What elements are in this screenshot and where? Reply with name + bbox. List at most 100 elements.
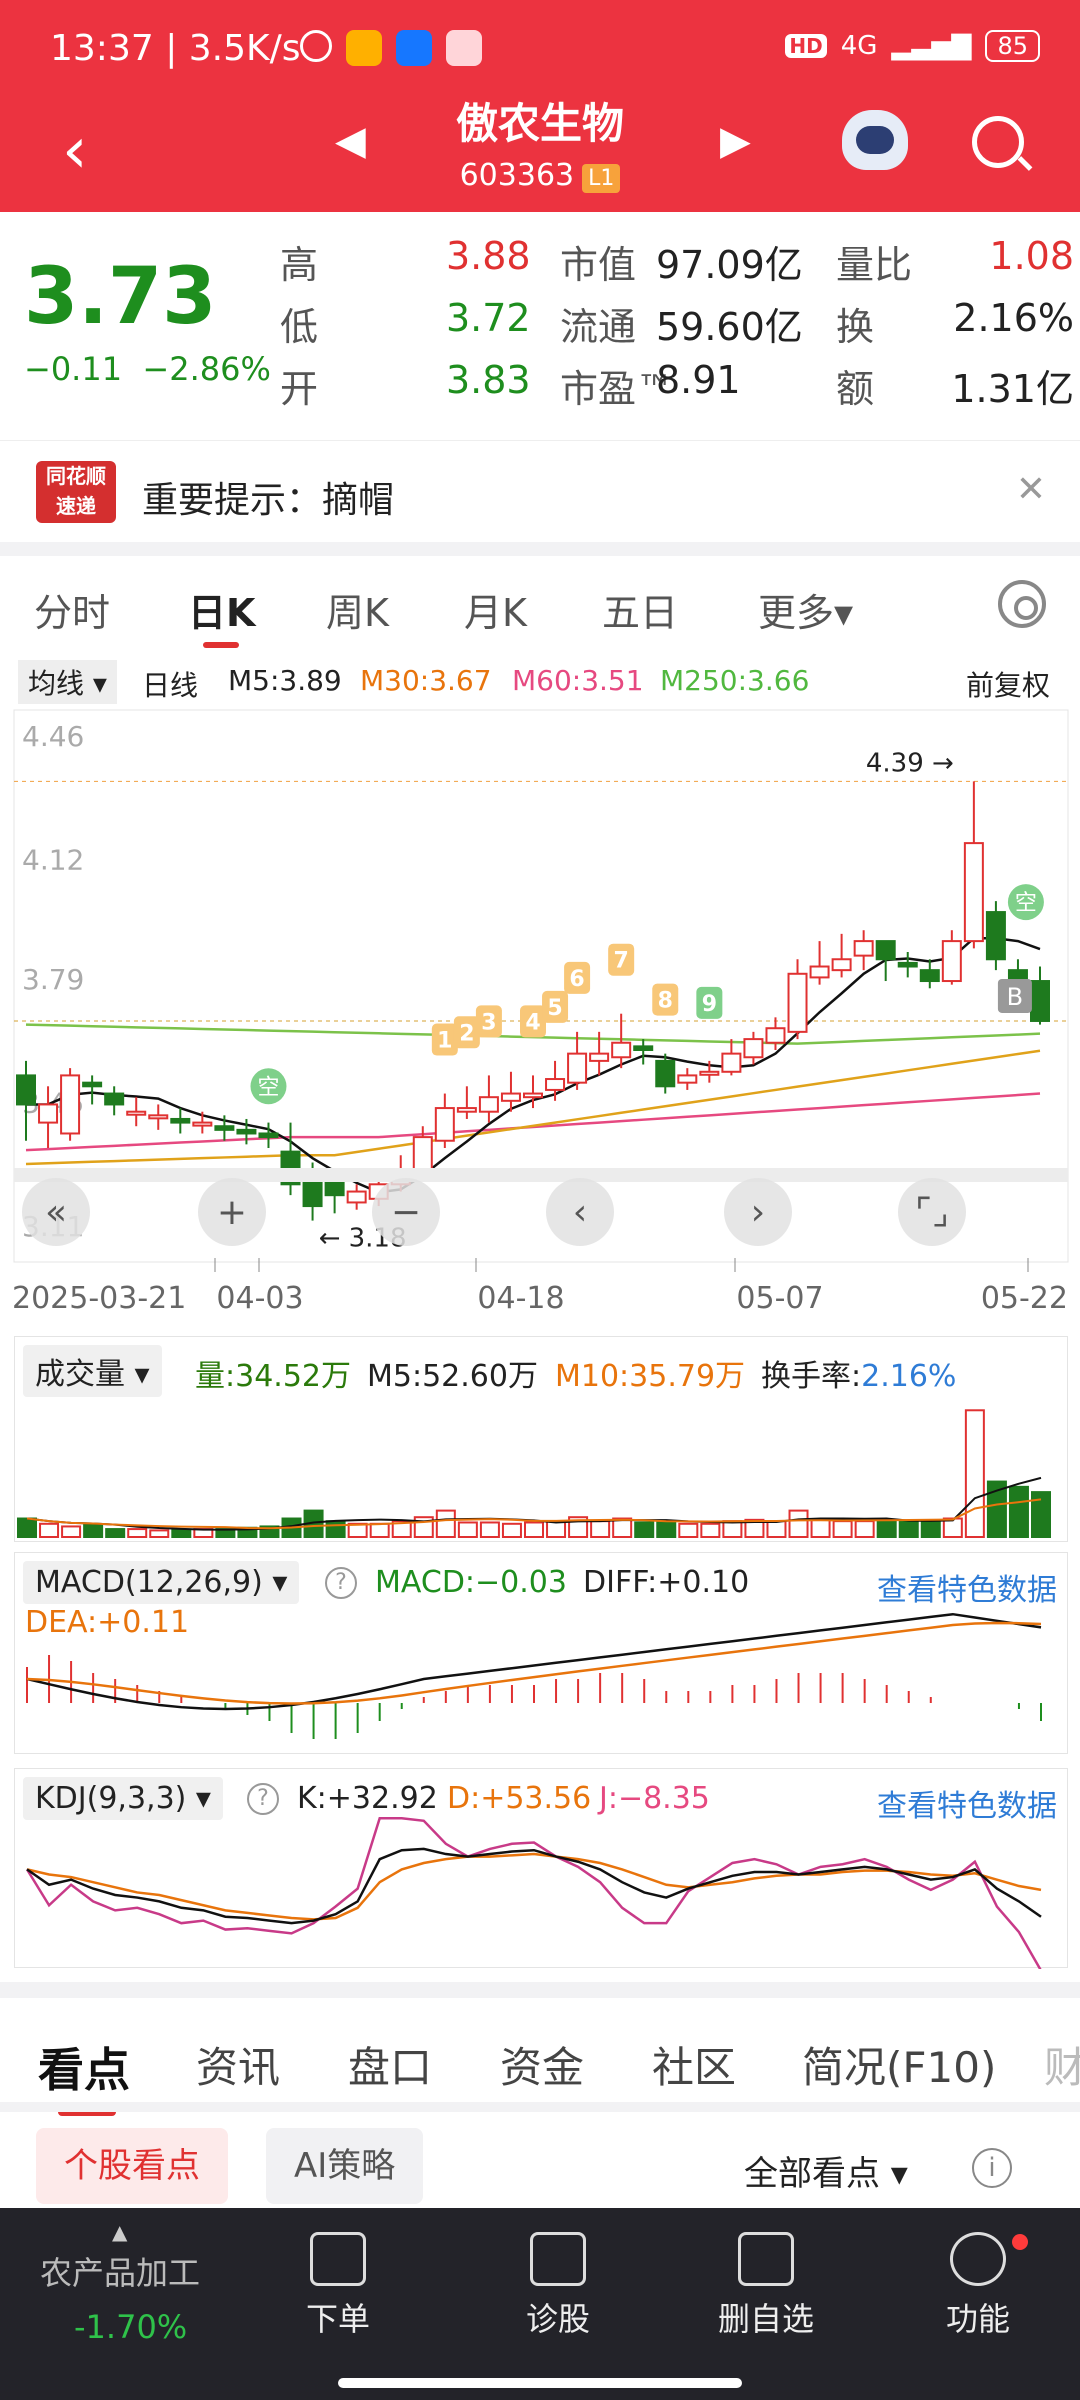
quote-v3-2: 1.31亿 — [951, 367, 1074, 411]
volume-bar — [590, 1520, 611, 1539]
y-tick-label: 4.46 — [22, 720, 84, 753]
ma60-value: M60:3.51 — [512, 664, 644, 697]
candle-body — [104, 1092, 125, 1106]
tab-monthly-k[interactable]: 月K — [464, 582, 527, 637]
status-time: 13:37 | 3.5K/s — [50, 28, 301, 69]
ma-dropdown[interactable]: 均线 ▾ — [18, 660, 117, 704]
short-text: 空 — [257, 1075, 279, 1100]
tab-five-day[interactable]: 五日 — [602, 582, 678, 637]
quote-l3-0: 量比 — [836, 243, 913, 287]
last-price: 3.73 — [24, 252, 217, 342]
candle-body — [919, 969, 940, 983]
tab-more[interactable]: 更多▾ — [758, 582, 853, 637]
candle-body — [721, 1052, 742, 1073]
candle-body — [60, 1074, 81, 1135]
volume-bars — [17, 1409, 1051, 1539]
sector-name[interactable]: 农产品加工 — [40, 2248, 200, 2294]
max-price-label: 4.39 → — [866, 748, 954, 778]
expand-up-icon[interactable]: ▲ — [112, 2220, 127, 2244]
tab-weekly-k[interactable]: 周K — [326, 582, 389, 637]
signal-number: 3 — [481, 1010, 496, 1035]
tab-orderbook[interactable]: 盘口 — [348, 2034, 432, 2095]
d-line — [26, 1852, 1042, 1921]
zoom-out-icon[interactable]: − — [372, 1178, 440, 1246]
order-label: 下单 — [306, 2300, 371, 2338]
scroll-track — [14, 1168, 1068, 1182]
stock-header: ‹ ◀ 傲农生物 603363 L1 ▶ — [0, 99, 1080, 212]
tab-highlights[interactable]: 看点 — [38, 2034, 130, 2100]
kline-chart[interactable]: 4.464.123.793.453.11123456789空空B4.39 →← … — [0, 706, 1080, 1326]
candle-body — [412, 1136, 433, 1171]
alipay-icon — [396, 30, 432, 66]
signal-marker: 5 — [542, 990, 569, 1023]
change-value: −0.11 — [24, 350, 123, 388]
tab-finance[interactable]: 财 — [1044, 2034, 1080, 2095]
tab-funds[interactable]: 资金 — [500, 2034, 584, 2095]
assistant-robot-icon[interactable] — [842, 110, 908, 170]
candle-body — [897, 961, 918, 968]
info-icon[interactable]: i — [972, 2148, 1012, 2188]
volume-bar — [83, 1524, 104, 1538]
divider — [0, 2102, 1080, 2112]
scroll-right-icon[interactable]: › — [724, 1178, 792, 1246]
adjust-mode[interactable]: 前复权 — [966, 664, 1050, 704]
diagnose-icon — [530, 2232, 586, 2286]
volume-bar — [39, 1522, 60, 1539]
y-tick-label: 3.79 — [22, 963, 84, 996]
volume-bar — [127, 1528, 148, 1539]
order-icon — [310, 2232, 366, 2286]
volume-bar — [149, 1529, 170, 1538]
volume-bar — [325, 1520, 346, 1539]
notice-text: 重要提示：摘帽 — [142, 480, 395, 521]
volume-bar — [17, 1517, 37, 1539]
remove-watchlist-icon — [738, 2232, 794, 2286]
scroll-left-far-icon[interactable]: « — [22, 1178, 90, 1246]
all-highlights-dropdown[interactable]: 全部看点 ▾ — [744, 2146, 908, 2195]
tab-community[interactable]: 社区 — [652, 2034, 736, 2095]
candle-body — [478, 1096, 499, 1113]
volume-bar — [656, 1520, 677, 1539]
tab-profile-f10[interactable]: 简况(F10) — [802, 2034, 996, 2095]
notice-banner[interactable]: 同花顺 速递 重要提示：摘帽 ✕ — [0, 440, 1080, 540]
zoom-in-icon[interactable]: + — [198, 1178, 266, 1246]
diagnose-button[interactable]: 诊股 — [526, 2232, 590, 2340]
remove-watchlist-button[interactable]: 删自选 — [718, 2232, 814, 2340]
short-text: 空 — [1015, 891, 1037, 916]
signal-number: 9 — [702, 992, 717, 1017]
next-stock-icon[interactable]: ▶ — [720, 118, 751, 164]
tab-news[interactable]: 资讯 — [196, 2034, 280, 2095]
candle-body — [456, 1107, 477, 1113]
fullscreen-icon[interactable]: ⌜⌟ — [898, 1178, 966, 1246]
tonghuashun-logo: 同花顺 速递 — [36, 461, 116, 523]
quote-panel: 3.73 −0.11 −2.86% 高 3.88 市值 97.09亿 量比 1.08 低 3.… — [0, 212, 1080, 442]
signal-number: 5 — [547, 996, 562, 1021]
function-icon — [950, 2232, 1006, 2286]
tab-intraday[interactable]: 分时 — [34, 582, 110, 637]
signal-marker: 6 — [564, 961, 591, 994]
j-line — [25, 1816, 1042, 1969]
ai-strategy-pill[interactable]: AI策略 — [266, 2128, 424, 2204]
ma-legend: 均线 ▾ 日线 M5:3.89 M30:3.67 M60:3.51 M250:3… — [0, 656, 1080, 706]
sector-change: -1.70% — [74, 2308, 188, 2346]
function-button[interactable]: 功能 — [946, 2232, 1010, 2340]
volume-bar — [964, 1409, 985, 1538]
buy-text: B — [1007, 983, 1023, 1011]
control-glyph: ‹ — [573, 1192, 587, 1233]
candle-body — [214, 1125, 235, 1131]
settings-icon[interactable] — [998, 580, 1046, 628]
quote-v1-1: 3.72 — [446, 296, 531, 340]
tab-daily-k[interactable]: 日K — [188, 582, 255, 637]
candle-body — [148, 1114, 169, 1120]
home-indicator[interactable] — [338, 2378, 742, 2388]
order-button[interactable]: 下单 — [306, 2232, 370, 2340]
notification-dot — [1012, 2234, 1028, 2250]
stock-name: 傲农生物 — [455, 99, 624, 148]
close-icon[interactable]: ✕ — [1016, 469, 1046, 510]
search-icon[interactable] — [972, 116, 1024, 168]
control-glyph: − — [391, 1192, 421, 1233]
control-glyph: ⌜⌟ — [915, 1192, 949, 1233]
signal-number: 7 — [614, 949, 629, 974]
candle-body — [743, 1038, 764, 1059]
stock-highlights-pill[interactable]: 个股看点 — [36, 2128, 228, 2204]
scroll-left-icon[interactable]: ‹ — [546, 1178, 614, 1246]
